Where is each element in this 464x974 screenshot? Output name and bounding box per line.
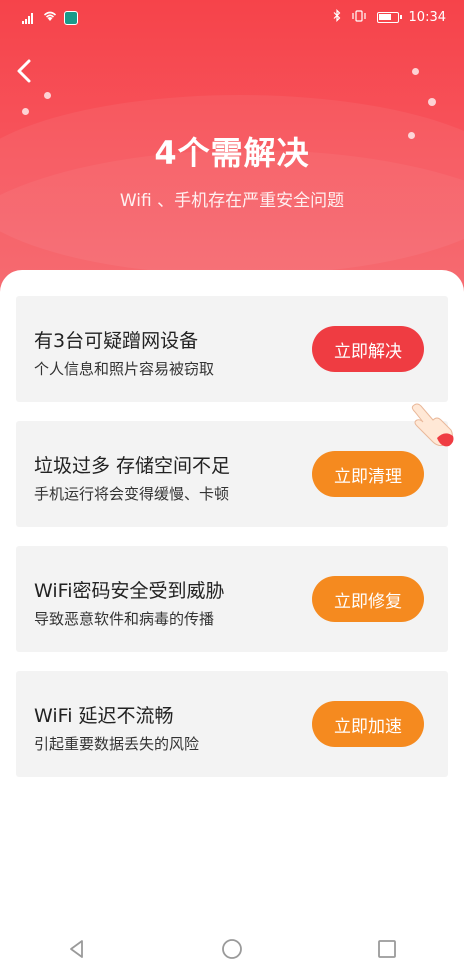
clean-button[interactable]: 立即清理: [312, 451, 424, 497]
decor-dot: [412, 68, 419, 75]
decor-dot: [428, 98, 436, 106]
status-bar: 10:34: [0, 0, 464, 34]
battery-icon: [376, 12, 402, 23]
issue-card-latency: WiFi 延迟不流畅 引起重要数据丢失的风险 立即加速: [16, 671, 448, 777]
page-subtitle: Wifi 、手机存在严重安全问题: [119, 191, 345, 211]
wifi-icon: [42, 10, 58, 25]
decor-dot: [22, 108, 29, 115]
issue-desc: 手机运行将会变得缓慢、卡顿: [34, 485, 230, 503]
resolve-button[interactable]: 立即解决: [312, 326, 424, 372]
issue-desc: 引起重要数据丢失的风险: [34, 735, 200, 753]
signal-icon: [22, 12, 36, 24]
nav-home-icon[interactable]: [220, 937, 244, 965]
issue-desc: 个人信息和照片容易被窃取: [34, 360, 215, 378]
issue-desc: 导致恶意软件和病毒的传播: [34, 610, 215, 628]
page-title: 4个需解决: [154, 134, 310, 172]
decor-dot: [44, 92, 51, 99]
repair-button[interactable]: 立即修复: [312, 576, 424, 622]
speedup-button[interactable]: 立即加速: [312, 701, 424, 747]
issue-card-storage: 垃圾过多 存储空间不足 手机运行将会变得缓慢、卡顿 立即清理: [16, 421, 448, 527]
issue-title: 垃圾过多 存储空间不足: [34, 455, 231, 477]
bluetooth-icon: [333, 9, 341, 26]
app-notification-icon: [64, 10, 78, 25]
issue-title: 有3台可疑蹭网设备: [34, 330, 199, 352]
status-time: 10:34: [408, 10, 446, 25]
screen: 10:34 4个需解决 Wifi 、手机存在严重安全问题 有3台可疑蹭网设备 个…: [0, 0, 464, 974]
issue-title: WiFi 延迟不流畅: [34, 705, 174, 727]
issue-card-password: WiFi密码安全受到威胁 导致恶意软件和病毒的传播 立即修复: [16, 546, 448, 652]
nav-recents-icon[interactable]: [376, 938, 398, 964]
system-nav-bar: [0, 928, 464, 974]
issue-card-devices: 有3台可疑蹭网设备 个人信息和照片容易被窃取 立即解决: [16, 296, 448, 402]
header-hero: 10:34 4个需解决 Wifi 、手机存在严重安全问题: [0, 0, 464, 300]
issue-title: WiFi密码安全受到威胁: [34, 580, 225, 602]
vibrate-icon: [351, 9, 367, 26]
pointing-hand-icon: [407, 398, 459, 450]
back-arrow-icon[interactable]: [12, 58, 38, 84]
nav-back-icon[interactable]: [66, 938, 88, 964]
